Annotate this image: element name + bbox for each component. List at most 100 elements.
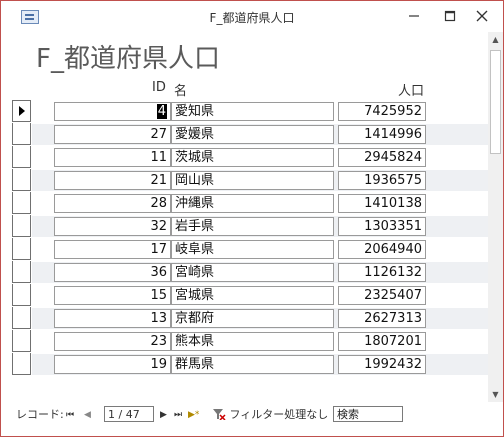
search-input[interactable]: 検索 <box>333 406 403 422</box>
record-row: 36 宮崎県 1126132 <box>12 261 488 283</box>
form-header-title: F_都道府県人口 <box>36 44 220 74</box>
record-selector[interactable] <box>12 192 31 214</box>
record-row: 4 愛知県 7425952 <box>12 100 488 122</box>
id-field[interactable]: 19 <box>54 355 171 374</box>
population-field[interactable]: 1992432 <box>338 355 426 374</box>
record-selector[interactable] <box>12 123 31 145</box>
population-field[interactable]: 1126132 <box>338 263 426 282</box>
close-icon <box>476 10 488 22</box>
record-selector[interactable] <box>12 169 31 191</box>
record-row: 13 京都府 2627313 <box>12 307 488 329</box>
name-field[interactable]: 岐阜県 <box>171 240 334 259</box>
id-value: 21 <box>150 173 167 188</box>
id-value: 23 <box>150 334 167 349</box>
access-form-window: F_都道府県人口 F_都道府県人口 ID 名 人口 4 愛知県 7425952 27 愛… <box>0 0 504 437</box>
id-value: 11 <box>150 150 167 165</box>
minimize-button[interactable] <box>399 3 429 29</box>
id-field[interactable]: 13 <box>54 309 171 328</box>
record-label: レコード: <box>16 408 64 421</box>
id-field[interactable]: 11 <box>54 148 171 167</box>
current-record-icon <box>19 106 25 116</box>
id-value: 4 <box>156 104 167 119</box>
maximize-icon <box>444 10 456 22</box>
minimize-icon <box>409 15 419 17</box>
maximize-button[interactable] <box>435 3 465 29</box>
new-record-icon[interactable]: ▶* <box>188 407 199 423</box>
filter-label: フィルター処理なし <box>229 408 329 421</box>
id-value: 15 <box>150 288 167 303</box>
close-button[interactable] <box>467 3 497 29</box>
record-selector[interactable] <box>12 215 31 237</box>
record-selector[interactable] <box>12 284 31 306</box>
record-row: 21 岡山県 1936575 <box>12 169 488 191</box>
form-body: F_都道府県人口 ID 名 人口 4 愛知県 7425952 27 愛媛県 1414996… <box>12 32 488 402</box>
name-field[interactable]: 岡山県 <box>171 171 334 190</box>
id-field[interactable]: 15 <box>54 286 171 305</box>
record-row: 28 沖縄県 1410138 <box>12 192 488 214</box>
filter-status[interactable]: フィルター処理なし <box>212 407 328 423</box>
scroll-up-icon[interactable]: ▲ <box>488 32 503 47</box>
name-field[interactable]: 宮城県 <box>171 286 334 305</box>
record-selector[interactable] <box>12 330 31 352</box>
current-record-input[interactable]: 1 / 47 <box>104 406 154 422</box>
record-selector[interactable] <box>12 146 31 168</box>
record-row: 32 岩手県 1303351 <box>12 215 488 237</box>
id-value: 28 <box>150 196 167 211</box>
population-field[interactable]: 7425952 <box>338 102 426 121</box>
name-field[interactable]: 茨城県 <box>171 148 334 167</box>
name-field[interactable]: 群馬県 <box>171 355 334 374</box>
filter-icon <box>213 409 226 421</box>
id-field[interactable]: 36 <box>54 263 171 282</box>
name-field[interactable]: 愛媛県 <box>171 125 334 144</box>
population-field[interactable]: 1303351 <box>338 217 426 236</box>
population-field[interactable]: 2325407 <box>338 286 426 305</box>
id-value: 13 <box>150 311 167 326</box>
id-field[interactable]: 27 <box>54 125 171 144</box>
id-field[interactable]: 4 <box>54 102 171 121</box>
record-selector[interactable] <box>12 100 31 122</box>
first-record-icon[interactable]: ⏮ <box>66 407 74 423</box>
record-row: 15 宮城県 2325407 <box>12 284 488 306</box>
population-field[interactable]: 2627313 <box>338 309 426 328</box>
id-value: 36 <box>150 265 167 280</box>
population-field[interactable]: 1807201 <box>338 332 426 351</box>
title-bar: F_都道府県人口 <box>1 1 503 31</box>
record-selector[interactable] <box>12 261 31 283</box>
name-field[interactable]: 宮崎県 <box>171 263 334 282</box>
name-field[interactable]: 岩手県 <box>171 217 334 236</box>
record-row: 19 群馬県 1992432 <box>12 353 488 375</box>
id-field[interactable]: 32 <box>54 217 171 236</box>
record-row: 27 愛媛県 1414996 <box>12 123 488 145</box>
id-value: 17 <box>150 242 167 257</box>
population-field[interactable]: 1414996 <box>338 125 426 144</box>
id-field[interactable]: 23 <box>54 332 171 351</box>
id-field[interactable]: 21 <box>54 171 171 190</box>
record-selector[interactable] <box>12 238 31 260</box>
population-field[interactable]: 1936575 <box>338 171 426 190</box>
id-field[interactable]: 28 <box>54 194 171 213</box>
scroll-down-icon[interactable]: ▼ <box>488 387 503 402</box>
population-field[interactable]: 2945824 <box>338 148 426 167</box>
column-header-population: 人口 <box>398 84 425 99</box>
name-field[interactable]: 京都府 <box>171 309 334 328</box>
record-row: 17 岐阜県 2064940 <box>12 238 488 260</box>
id-field[interactable]: 17 <box>54 240 171 259</box>
population-field[interactable]: 1410138 <box>338 194 426 213</box>
record-row: 23 熊本県 1807201 <box>12 330 488 352</box>
record-selector[interactable] <box>12 307 31 329</box>
previous-record-icon[interactable]: ◀ <box>84 407 91 423</box>
vertical-scrollbar[interactable]: ▲ ▼ <box>488 32 503 402</box>
name-field[interactable]: 沖縄県 <box>171 194 334 213</box>
record-navigation-bar: レコード: ⏮ ◀ 1 / 47 ▶ ⏭ ▶* フィルター処理なし 検索 <box>12 405 488 425</box>
column-header-name: 名 <box>174 84 188 99</box>
name-field[interactable]: 愛知県 <box>171 102 334 121</box>
id-value: 19 <box>150 357 167 372</box>
population-field[interactable]: 2064940 <box>338 240 426 259</box>
scroll-thumb[interactable] <box>490 50 501 154</box>
record-selector[interactable] <box>12 353 31 375</box>
next-record-icon[interactable]: ▶ <box>160 407 167 423</box>
last-record-icon[interactable]: ⏭ <box>174 407 182 423</box>
id-value: 27 <box>150 127 167 142</box>
name-field[interactable]: 熊本県 <box>171 332 334 351</box>
id-value: 32 <box>150 219 167 234</box>
